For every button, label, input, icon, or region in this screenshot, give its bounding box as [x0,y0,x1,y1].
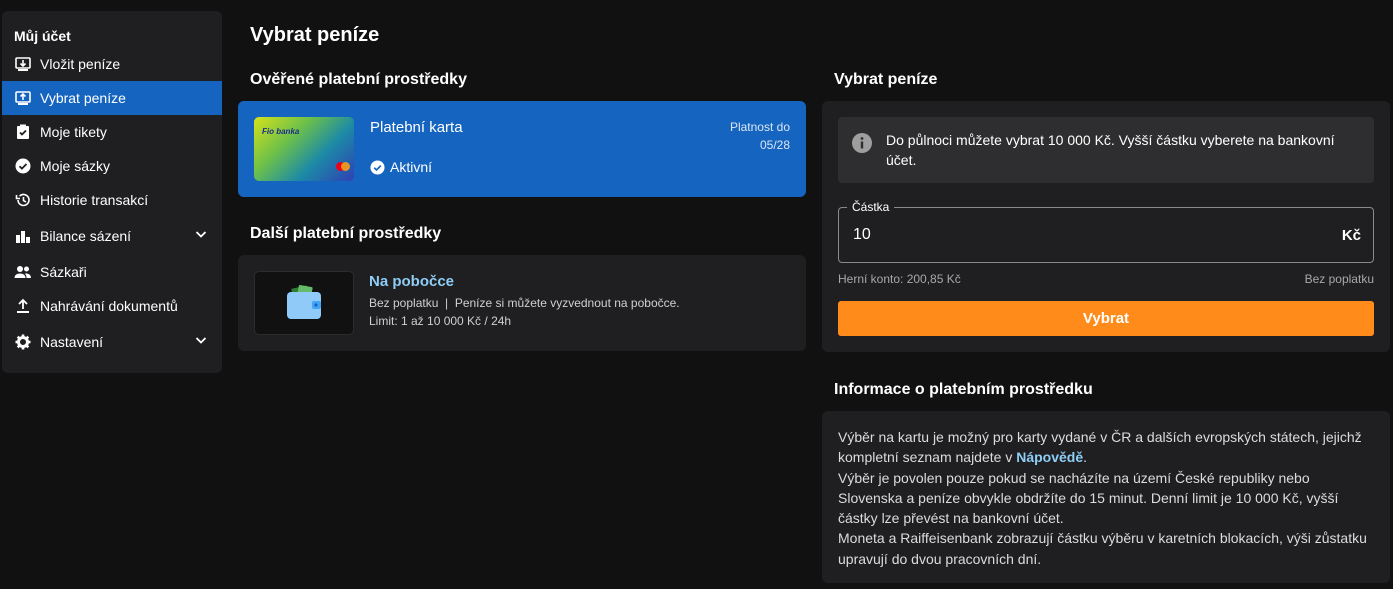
sidebar-item-label: Moje sázky [40,158,111,174]
branch-option-limit: Limit: 1 až 10 000 Kč / 24h [369,314,512,328]
limit-info-box: Do půlnoci můžete vybrat 10 000 Kč. Vyšš… [838,117,1374,183]
bar-chart-icon [14,227,32,245]
bank-logo: Fio banka [262,127,300,136]
withdraw-heading: Vybrat peníze [834,71,938,88]
sidebar-item-label: Vybrat peníze [40,90,126,106]
withdraw-icon [14,89,32,107]
sidebar-item-withdraw[interactable]: Vybrat peníze [2,81,222,115]
help-link[interactable]: Nápovědě [1016,449,1083,465]
deposit-icon [14,55,32,73]
bank-card-image: Fio banka [254,117,354,181]
upload-icon [14,297,32,315]
verified-methods-heading: Ověřené platební prostředky [250,71,467,88]
gear-icon [14,333,32,351]
validity-value: 05/28 [759,138,790,152]
sidebar-item-label: Nastavení [40,334,104,350]
payment-card-name: Platební karta [370,119,463,136]
people-icon [14,263,32,281]
chevron-down-icon [195,231,207,238]
card-validity: Platnost do 05/28 [730,118,790,154]
sidebar-item-label: Nahrávání dokumentů [40,298,178,314]
sidebar-item-label: Vložit peníze [40,56,121,72]
amount-label: Částka [847,200,895,214]
info-icon [852,133,872,153]
wallet-icon [254,271,354,335]
sidebar-title: Můj účet [14,28,71,44]
sidebar-item-deposit[interactable]: Vložit peníze [2,47,222,81]
payment-info-paragraph: Výběr na kartu je možný pro karty vydané… [838,429,1362,466]
sidebar-item-label: Sázkaři [40,264,87,280]
history-icon [14,191,32,209]
sidebar-item-documents[interactable]: Nahrávání dokumentů [2,289,222,323]
limit-info-text: Do půlnoci můžete vybrat 10 000 Kč. Vyšš… [886,132,1335,168]
chevron-down-icon [195,337,207,344]
account-sidebar: Můj účet Vložit peníze Vybrat peníze Moj… [2,11,222,373]
payment-info-panel: Výběr na kartu je možný pro karty vydané… [822,411,1390,583]
ticket-icon [14,123,32,141]
check-circle-icon [370,159,385,175]
withdraw-submit-button[interactable]: Vybrat [838,301,1374,336]
sidebar-item-history[interactable]: Historie transakcí [2,183,222,217]
validity-label: Platnost do [729,120,790,134]
sidebar-item-label: Moje tikety [40,124,107,140]
branch-payment-option[interactable]: Na pobočce Bez poplatku | Peníze si může… [238,255,806,351]
amount-input[interactable] [853,226,1313,244]
payment-info-paragraph: Výběr je povolen pouze pokud se nacházít… [838,469,1339,527]
sidebar-item-bettors[interactable]: Sázkaři [2,255,222,289]
sidebar-item-settings[interactable]: Nastavení [2,323,222,361]
payment-info-heading: Informace o platebním prostředku [834,381,1093,398]
sidebar-item-bets[interactable]: Moje sázky [2,149,222,183]
sidebar-item-tickets[interactable]: Moje tikety [2,115,222,149]
card-status-label: Aktivní [390,159,433,175]
account-balance: Herní konto: 200,85 Kč [838,272,961,286]
other-methods-heading: Další platební prostředky [250,225,442,242]
card-status: Aktivní [370,159,432,175]
sidebar-item-label: Bilance sázení [40,228,132,244]
branch-option-description: Bez poplatku | Peníze si můžete vyzvedno… [369,296,680,310]
amount-field[interactable]: Částka Kč [838,200,1374,263]
verified-payment-card[interactable]: Fio banka Platební karta Aktivní Platnos… [238,101,806,197]
check-circle-icon [14,157,32,175]
branch-option-name: Na pobočce [369,273,455,290]
payment-info-paragraph: Moneta a Raiffeisenbank zobrazují částku… [838,530,1367,567]
fee-info: Bez poplatku [1304,272,1374,286]
sidebar-item-label: Historie transakcí [40,192,149,208]
withdraw-form: Do půlnoci můžete vybrat 10 000 Kč. Vyšš… [822,101,1390,352]
page-title: Vybrat peníze [250,24,380,46]
sidebar-item-betting-balance[interactable]: Bilance sázení [2,217,222,255]
amount-currency: Kč [1341,227,1361,244]
